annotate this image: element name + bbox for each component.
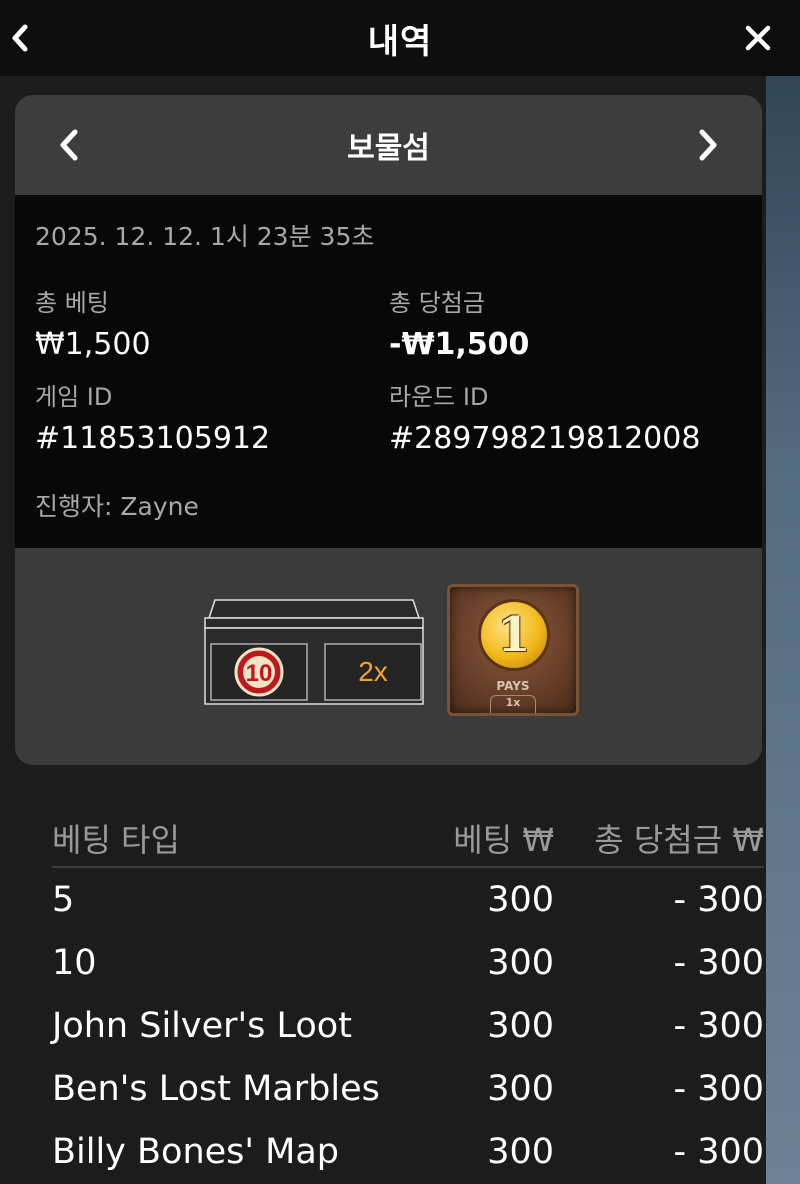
column-header-bet-type: 베팅 타입 [52,821,180,859]
win-amount-cell: - 300 [673,1005,764,1046]
round-details: 2025. 12. 12. 1시 23분 35초 총 베팅 ₩1,500 총 당… [15,195,762,548]
treasure-chest-result: 10 2x [204,599,424,705]
dealer-name: 진행자: Zayne [35,492,199,521]
game-title: 보물섬 [347,131,430,166]
background-edge [766,0,800,1184]
column-header-bet: 베팅 ₩ [453,821,554,859]
table-row: 5 300 - 300 [52,868,764,931]
total-win-value: -₩1,500 [389,327,530,362]
close-icon [745,25,771,51]
bet-amount-cell: 300 [487,942,554,983]
table-row: Ben's Lost Marbles 300 - 300 [52,1057,764,1120]
round-datetime: 2025. 12. 12. 1시 23분 35초 [35,222,375,251]
total-win-label: 총 당첨금 [389,289,485,317]
round-result: 10 2x 1 PAYS 1x [15,548,762,765]
chest-multiplier-value: 2x [358,656,388,687]
game-id-label: 게임 ID [35,383,113,411]
chevron-right-icon [699,129,717,161]
table-row: Billy Bones' Map 300 - 300 [52,1120,764,1183]
game-id-value: #11853105912 [35,421,271,456]
bet-type-cell: Billy Bones' Map [52,1131,340,1172]
bet-type-cell: 5 [52,879,75,920]
table-row: John Silver's Loot 300 - 300 [52,994,764,1057]
column-header-win: 총 당첨금 ₩ [594,821,764,859]
total-bet-label: 총 베팅 [35,289,109,317]
bet-type-cell: John Silver's Loot [52,1005,352,1046]
bet-amount-cell: 300 [487,1005,554,1046]
previous-game-button[interactable] [49,123,89,167]
win-amount-cell: - 300 [673,1068,764,1109]
payout-card: 1 PAYS 1x [447,584,579,716]
bet-amount-cell: 300 [487,1068,554,1109]
table-row: 10 300 - 300 [52,931,764,994]
bet-type-cell: Ben's Lost Marbles [52,1068,380,1109]
total-bet-value: ₩1,500 [35,327,151,362]
payout-value: 1 [497,607,531,663]
bet-amount-cell: 300 [487,1131,554,1172]
bets-table: 베팅 타입 베팅 ₩ 총 당첨금 ₩ 5 300 - 300 10 300 - … [52,810,764,1183]
chevron-left-icon [12,24,28,52]
chevron-left-icon [60,129,78,161]
payout-label: PAYS [496,679,530,693]
table-header: 베팅 타입 베팅 ₩ 총 당첨금 ₩ [52,810,764,868]
back-button[interactable] [0,14,40,62]
round-id-value: #289798219812008 [389,421,701,456]
card-header: 보물섬 [15,95,762,195]
chest-number-value: 10 [246,660,273,687]
game-history-card: 보물섬 2025. 12. 12. 1시 23분 35초 총 베팅 ₩1,500… [15,95,762,765]
win-amount-cell: - 300 [673,1131,764,1172]
payout-multiplier: 1x [490,695,536,713]
win-amount-cell: - 300 [673,879,764,920]
next-game-button[interactable] [688,123,728,167]
bet-amount-cell: 300 [487,879,554,920]
win-amount-cell: - 300 [673,942,764,983]
bet-type-cell: 10 [52,942,97,983]
gold-coin-icon: 1 [478,599,550,671]
page-title: 내역 [367,21,433,62]
top-bar: 내역 [0,0,800,76]
round-id-label: 라운드 ID [389,383,489,411]
close-button[interactable] [736,16,780,60]
